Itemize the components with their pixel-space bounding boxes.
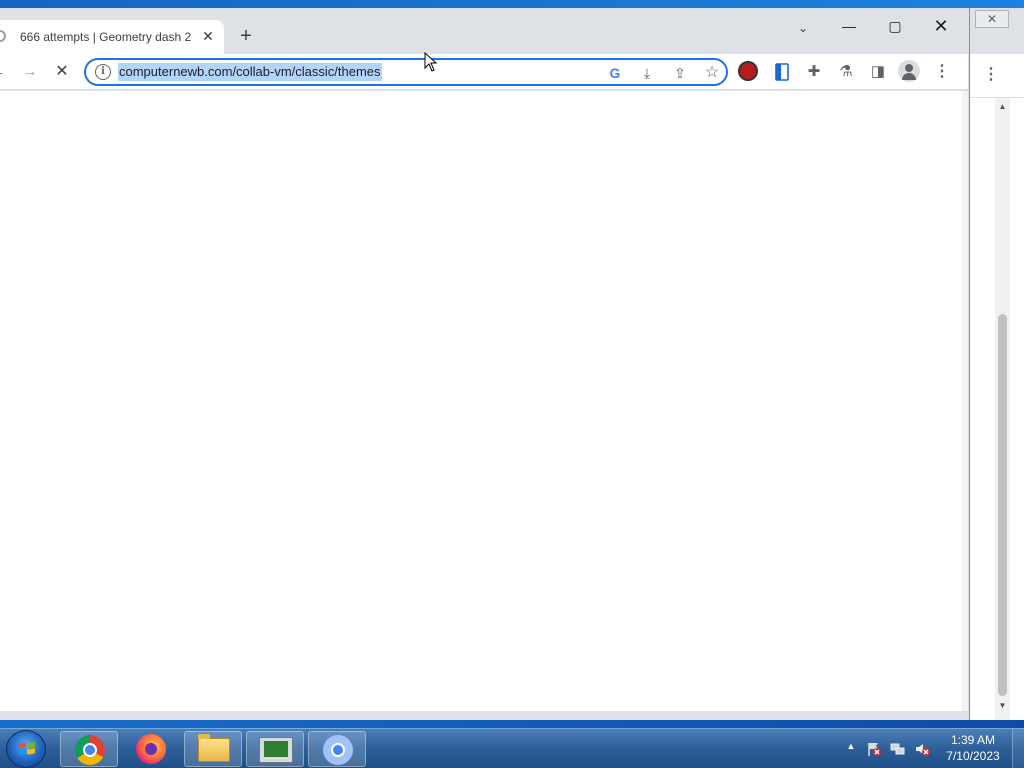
new-tab-button[interactable]: + (234, 24, 258, 48)
network-icon[interactable] (890, 741, 906, 757)
mouse-cursor-icon (424, 52, 438, 72)
loading-spinner-icon (0, 30, 6, 42)
google-letter: G (609, 65, 621, 81)
bookmark-star-icon[interactable]: ☆ (701, 62, 723, 84)
scroll-down-arrow-icon[interactable]: ▼ (995, 697, 1010, 714)
clock-date: 7/10/2023 (946, 749, 1000, 763)
background-window-toolbar: ⋮ (969, 54, 1024, 98)
url-input[interactable]: computernewb.com/collab-vm/classic/theme… (118, 63, 382, 81)
vertical-scrollbar[interactable]: ▲ ▼ (995, 98, 1010, 720)
share-icon[interactable]: ⇪ (669, 62, 691, 84)
volume-muted-icon[interactable] (914, 741, 930, 757)
profile-avatar-icon[interactable] (898, 60, 920, 82)
show-desktop-button[interactable] (1012, 729, 1024, 768)
background-window-content: ▲ ▼ (969, 98, 1024, 720)
show-hidden-icons-arrow-icon[interactable]: ▲ (845, 741, 857, 755)
taskbar-explorer-button[interactable] (184, 731, 242, 767)
red-extension-icon[interactable] (738, 61, 758, 81)
back-arrow-icon[interactable]: ← (0, 60, 10, 84)
action-center-flag-icon[interactable] (866, 741, 882, 757)
minimize-button[interactable]: — (829, 12, 869, 40)
tab-active[interactable]: 666 attempts | Geometry dash 2 ✕ (0, 20, 224, 54)
page-scroll-track[interactable] (962, 91, 968, 711)
avatar-shoulders (902, 73, 916, 80)
taskbar-firefox-button[interactable] (122, 731, 180, 767)
address-bar[interactable]: i computernewb.com/collab-vm/classic/the… (84, 58, 728, 86)
taskbar: ▲ 1:39 AM 7/10/2023 (0, 728, 1024, 768)
avatar-head (905, 64, 913, 72)
browser-toolbar: ← → ✕ i computernewb.com/collab-vm/class… (0, 54, 968, 90)
side-panel-icon[interactable]: ◨ (866, 60, 890, 84)
chrome-labs-icon[interactable]: ⚗ (834, 60, 858, 84)
tab-close-icon[interactable]: ✕ (200, 28, 216, 44)
site-info-icon[interactable]: i (95, 64, 111, 80)
maximize-button[interactable]: ▢ (875, 12, 915, 40)
clock-time: 1:39 AM (950, 733, 996, 747)
chrome-menu-icon[interactable]: ⋮ (930, 60, 954, 84)
folder-icon (198, 734, 230, 762)
chrome-window: 666 attempts | Geometry dash 2 ✕ + ⌄ — ▢… (0, 8, 970, 720)
scroll-up-arrow-icon[interactable]: ▲ (995, 98, 1010, 115)
document-icon-graphic (775, 63, 789, 81)
background-browser-window[interactable]: ✕ ⋮ ▲ ▼ (968, 8, 1024, 720)
taskbar-chrome-button[interactable] (60, 731, 118, 767)
forward-arrow-icon[interactable]: → (18, 60, 42, 84)
start-button[interactable] (6, 730, 46, 768)
tab-strip: 666 attempts | Geometry dash 2 ✕ + ⌄ — ▢… (0, 8, 970, 54)
page-content-area (0, 91, 962, 711)
chrome-icon (75, 735, 105, 765)
document-extension-icon[interactable] (770, 60, 794, 84)
close-window-button[interactable]: ✕ (921, 12, 961, 40)
tab-search-chevron-icon[interactable]: ⌄ (790, 16, 816, 40)
chromium-icon (323, 735, 353, 765)
extensions-puzzle-icon[interactable]: ✚ (802, 60, 826, 84)
stop-loading-icon[interactable]: ✕ (50, 60, 74, 84)
background-window-menu-icon[interactable]: ⋮ (983, 64, 999, 84)
firefox-icon (136, 734, 166, 764)
background-window-close-button[interactable]: ✕ (975, 10, 1009, 28)
google-icon[interactable]: G (604, 62, 626, 84)
monitor-icon (259, 737, 293, 763)
scrollbar-thumb[interactable] (998, 314, 1007, 696)
windows-logo-icon (19, 742, 35, 755)
taskbar-chromium-button[interactable] (308, 731, 366, 767)
tab-title: 666 attempts | Geometry dash 2 (20, 30, 192, 44)
taskbar-vm-button[interactable] (246, 731, 304, 767)
install-app-icon[interactable]: ⤓ (636, 62, 658, 84)
system-clock[interactable]: 1:39 AM 7/10/2023 (938, 732, 1008, 766)
